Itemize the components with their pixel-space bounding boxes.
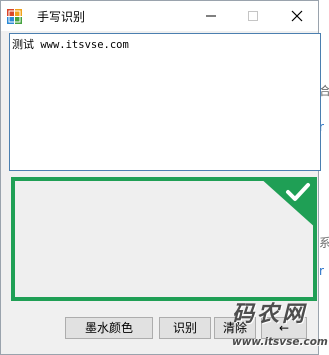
watermark-url-text: www.itsvse.com (232, 336, 328, 348)
app-icon (7, 9, 22, 24)
maximize-icon (248, 11, 258, 21)
title-bar[interactable]: 手写识别 (1, 1, 318, 31)
maximize-button[interactable] (237, 1, 269, 31)
watermark: 码农网 www.itsvse.com (232, 296, 328, 354)
recognized-text: 测试 www.itsvse.com (12, 36, 129, 52)
close-icon (291, 10, 303, 22)
handwriting-ink-pad[interactable] (11, 177, 317, 301)
recognized-text-box[interactable]: 测试 www.itsvse.com (9, 33, 321, 171)
recognize-button[interactable]: 识别 (159, 317, 211, 339)
watermark-main-text: 码农网 (232, 302, 308, 327)
recognized-text-prefix: 测试 (12, 38, 34, 51)
minimize-button[interactable] (195, 1, 227, 31)
recognized-text-url: www.itsvse.com (34, 39, 129, 51)
ink-color-button[interactable]: 墨水颜色 (65, 317, 153, 339)
window-title: 手写识别 (37, 10, 86, 24)
close-button[interactable] (281, 1, 313, 31)
minimize-icon (206, 15, 216, 17)
background-text: 系 (319, 236, 329, 250)
background-text: r (319, 264, 324, 278)
check-icon (259, 177, 317, 229)
